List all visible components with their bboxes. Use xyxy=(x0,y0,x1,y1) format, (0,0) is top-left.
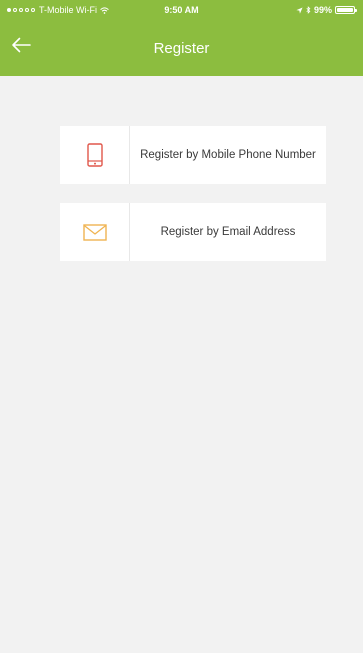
mobile-phone-icon xyxy=(86,143,103,167)
nav-bar: Register xyxy=(0,20,363,76)
register-by-phone-button[interactable]: Register by Mobile Phone Number xyxy=(60,126,326,184)
header: T-Mobile Wi-Fi 9:50 AM 99% Register xyxy=(0,0,363,76)
register-by-email-label: Register by Email Address xyxy=(160,225,296,238)
register-by-phone-label: Register by Mobile Phone Number xyxy=(140,148,316,161)
location-arrow-icon xyxy=(296,6,303,14)
status-bar: T-Mobile Wi-Fi 9:50 AM 99% xyxy=(0,0,363,20)
envelope-icon xyxy=(82,223,107,241)
battery-icon xyxy=(335,6,357,14)
page-title: Register xyxy=(153,40,210,57)
battery-percentage: 99% xyxy=(313,5,332,15)
bluetooth-icon xyxy=(306,6,311,14)
register-by-email-button[interactable]: Register by Email Address xyxy=(60,203,326,261)
